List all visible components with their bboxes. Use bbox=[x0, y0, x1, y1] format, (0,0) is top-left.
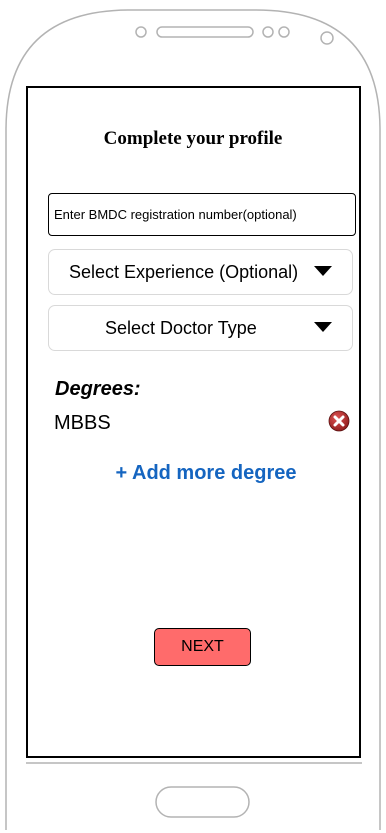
bmdc-registration-input[interactable] bbox=[48, 193, 356, 236]
degrees-heading: Degrees: bbox=[55, 378, 141, 400]
degree-item: MBBS bbox=[54, 412, 111, 434]
home-button-icon bbox=[155, 786, 250, 818]
caret-down-icon bbox=[314, 322, 332, 332]
next-button[interactable]: NEXT bbox=[154, 628, 251, 666]
page-title: Complete your profile bbox=[103, 128, 283, 149]
caret-down-icon bbox=[314, 266, 332, 276]
experience-select[interactable]: Select Experience (Optional) bbox=[48, 249, 353, 295]
remove-circle-icon[interactable] bbox=[328, 410, 350, 432]
doctor-type-select[interactable]: Select Doctor Type bbox=[48, 305, 353, 351]
add-degree-link[interactable]: + Add more degree bbox=[0, 462, 386, 485]
doctor-type-select-label: Select Doctor Type bbox=[105, 318, 257, 338]
experience-select-label: Select Experience (Optional) bbox=[69, 262, 299, 282]
speaker-icon bbox=[135, 26, 334, 45]
